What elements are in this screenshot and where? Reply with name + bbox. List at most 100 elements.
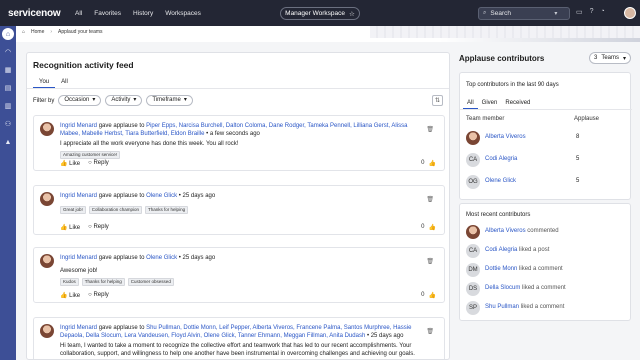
tab-given[interactable]: Given: [478, 99, 502, 109]
author-avatar[interactable]: [40, 122, 54, 136]
contributor-name[interactable]: Dottie Monn: [485, 266, 517, 272]
teams-select[interactable]: 3 Teams ▾: [589, 52, 631, 64]
tab-divider: [27, 88, 449, 89]
graduation-cap-icon[interactable]: ▲: [2, 136, 14, 148]
contributor-action: liked a post: [519, 247, 550, 253]
author-avatar[interactable]: [40, 254, 54, 268]
author-avatar[interactable]: [40, 324, 54, 338]
home-icon[interactable]: ⌂: [2, 28, 14, 40]
contributor-avatar[interactable]: [466, 225, 480, 239]
tab-divider: [460, 109, 632, 110]
tab-received[interactable]: Received: [501, 99, 534, 109]
calendar-icon[interactable]: ▦: [2, 64, 14, 76]
like-button[interactable]: 👍 Like: [60, 292, 80, 299]
star-icon[interactable]: ☆: [349, 10, 355, 18]
contributor-name[interactable]: Della Slocum: [485, 285, 520, 291]
post-actions: 👍 Like ○ Reply: [60, 160, 109, 167]
contributor-name[interactable]: Codi Alegria: [485, 247, 517, 253]
activity-filter[interactable]: Activity ▾: [105, 95, 143, 106]
workspace-switcher[interactable]: Manager Workspace ☆: [280, 7, 360, 20]
post-actions: 👍 Like ○ Reply: [60, 224, 109, 231]
header-band: [16, 38, 640, 42]
nav-all[interactable]: All: [75, 10, 82, 17]
recent-contributor-row: SP Shu Pullman liked a comment: [466, 301, 626, 319]
post-time: 25 days ago: [182, 255, 216, 261]
reply-button[interactable]: ○ Reply: [88, 224, 109, 231]
activity-filter-label: Activity: [111, 97, 131, 103]
reply-button[interactable]: ○ Reply: [88, 160, 109, 167]
teams-label: Teams: [601, 55, 619, 61]
tab-all-contributors[interactable]: All: [463, 99, 478, 109]
people-icon[interactable]: ⚇: [2, 118, 14, 130]
recipients-link[interactable]: Olene Glick: [146, 255, 177, 261]
contributor-avatar[interactable]: CA: [466, 244, 480, 258]
author-link[interactable]: Ingrid Menard: [60, 193, 97, 199]
global-search[interactable]: ⌕ ▾: [478, 7, 570, 20]
reply-label: Reply: [93, 224, 109, 230]
feed-card: Ingrid Menard gave applause to Olene Gli…: [33, 185, 445, 235]
timeframe-filter[interactable]: Timeframe ▾: [146, 95, 193, 106]
delete-icon[interactable]: 🗑: [426, 196, 434, 203]
author-link[interactable]: Ingrid Menard: [60, 123, 97, 129]
document-icon[interactable]: ▥: [2, 100, 14, 112]
contributor-avatar[interactable]: SP: [466, 301, 480, 315]
occasion-filter[interactable]: Occasion ▾: [58, 95, 102, 106]
headset-icon[interactable]: ◠: [2, 46, 14, 58]
like-label: Like: [69, 161, 81, 167]
contributor-avatar[interactable]: [466, 131, 480, 145]
delete-icon[interactable]: 🗑: [426, 258, 434, 265]
nav-history[interactable]: History: [133, 10, 153, 17]
teams-count: 3: [594, 55, 598, 61]
recognition-feed-panel: Recognition activity feed You All Filter…: [26, 52, 450, 360]
filter-label: Filter by: [33, 97, 55, 104]
delete-icon[interactable]: 🗑: [426, 126, 434, 133]
recipients-link[interactable]: Olene Glick: [146, 193, 177, 199]
contributor-name[interactable]: Alberta Viveros: [485, 228, 526, 234]
delete-icon[interactable]: 🗑: [426, 328, 434, 335]
author-avatar[interactable]: [40, 192, 54, 206]
nav-workspaces[interactable]: Workspaces: [165, 10, 201, 17]
contributor-avatar[interactable]: DM: [466, 263, 480, 277]
chat-icon[interactable]: ▭: [576, 8, 583, 16]
recognition-tag: Collaboration champion: [88, 206, 143, 214]
post-message: Awesome job!: [60, 268, 98, 274]
feed-tabs: You All: [33, 78, 74, 88]
breadcrumb-separator: ›: [50, 29, 53, 35]
search-input[interactable]: [490, 10, 551, 17]
contributors-title: Applause contributors: [459, 54, 545, 63]
chevron-down-icon: ▾: [92, 97, 96, 103]
contributor-name[interactable]: Alberta Viveros: [485, 134, 526, 140]
reply-button[interactable]: ○ Reply: [88, 292, 109, 299]
applause-count: 5: [576, 156, 580, 162]
contributor-name[interactable]: Codi Alegria: [485, 156, 517, 162]
contributor-avatar[interactable]: CA: [466, 153, 480, 167]
nav-favorites[interactable]: Favorites: [94, 10, 121, 17]
top-utility-icons: ▭ ? ◔: [576, 8, 605, 16]
contributor-avatar[interactable]: DS: [466, 282, 480, 296]
tab-you[interactable]: You: [33, 78, 56, 88]
sort-icon[interactable]: ⇅: [432, 95, 443, 106]
contributor-avatar[interactable]: OG: [466, 175, 480, 189]
author-link[interactable]: Ingrid Menard: [60, 255, 97, 261]
servicenow-logo[interactable]: servicenow: [8, 8, 72, 19]
card-body: Ingrid Menard gave applause to Olene Gli…: [60, 254, 420, 286]
tab-all[interactable]: All: [55, 78, 74, 88]
contributor-name[interactable]: Olene Glick: [485, 178, 516, 184]
like-button[interactable]: 👍 Like: [60, 160, 80, 167]
workspace-left-rail: ⌂ ◠ ▦ ▤ ▥ ⚇ ▲: [0, 26, 16, 360]
help-icon[interactable]: ?: [590, 8, 594, 16]
card-body: Ingrid Menard gave applause to Piper Epp…: [60, 122, 420, 159]
contributor-name[interactable]: Shu Pullman: [485, 304, 519, 310]
recent-contributor-row: DS Della Slocum liked a comment: [466, 282, 626, 300]
post-message: I appreciate all the work everyone has d…: [60, 141, 239, 147]
workspace-label: Manager Workspace: [285, 10, 346, 17]
author-link[interactable]: Ingrid Menard: [60, 325, 97, 331]
recent-contributor-row: Alberta Viveros commented: [466, 225, 626, 243]
like-button[interactable]: 👍 Like: [60, 224, 80, 231]
clipboard-icon[interactable]: ▤: [2, 82, 14, 94]
user-avatar[interactable]: [624, 7, 636, 19]
search-scope-dropdown-icon[interactable]: ▾: [554, 10, 557, 17]
notifications-icon[interactable]: ◔: [601, 8, 605, 16]
breadcrumb-home[interactable]: Home: [31, 29, 44, 35]
like-label: Like: [69, 293, 81, 299]
